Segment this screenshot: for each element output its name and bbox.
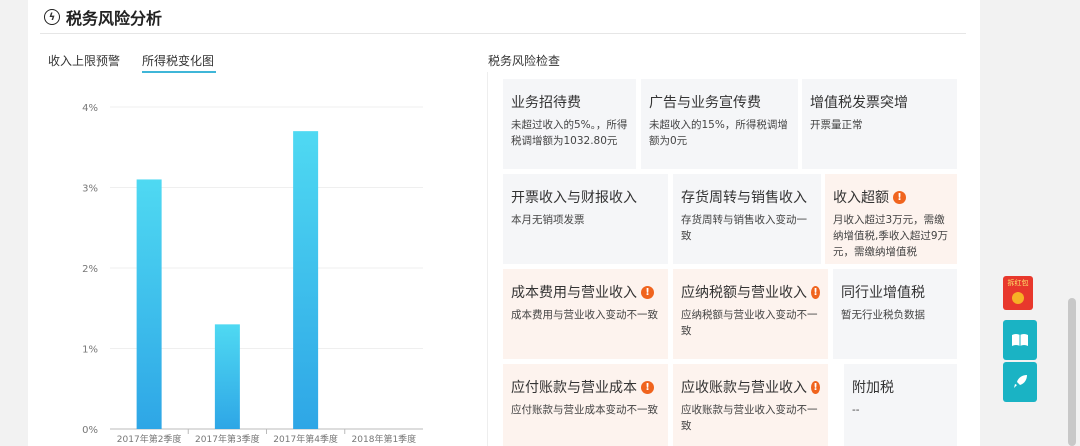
x-tick-label: 2017年第4季度: [273, 433, 338, 445]
risk-card-title-text: 附加税: [852, 380, 894, 396]
risk-card[interactable]: 应纳税额与营业收入! 应纳税额与营业收入变动不一致: [673, 269, 828, 359]
bolt-icon: ϟ: [44, 9, 60, 25]
risk-card-title: 应纳税额与营业收入!: [681, 282, 820, 302]
chart-bar[interactable]: [293, 131, 319, 429]
risk-card[interactable]: 业务招待费未超过收入的5%。，所得税调增额为1032.80元: [503, 79, 636, 169]
risk-card-desc: 存货周转与销售收入变动一致: [681, 214, 807, 242]
section-divider: [487, 72, 488, 446]
risk-card-desc: 成本费用与营业收入变动不一致: [511, 309, 658, 321]
rocket-icon: [1014, 375, 1027, 388]
risk-card-title-text: 存货周转与销售收入: [681, 190, 807, 206]
scrollbar[interactable]: [1068, 298, 1076, 446]
header-divider: [40, 33, 966, 34]
risk-card[interactable]: 开票收入与财报收入本月无销项发票: [503, 174, 668, 264]
risk-card-title-text: 收入超额: [833, 190, 889, 206]
risk-card[interactable]: 应收账款与营业收入! 应收账款与营业收入变动不一致: [673, 364, 828, 446]
red-packet-button[interactable]: 拆红包: [1003, 276, 1033, 310]
risk-card[interactable]: 应付账款与营业成本! 应付账款与营业成本变动不一致: [503, 364, 668, 446]
chart-tabs: 收入上限预警 所得税变化图: [48, 52, 236, 73]
risk-card-title: 广告与业务宣传费: [649, 92, 790, 112]
risk-card-title: 增值税发票突增: [810, 92, 949, 112]
warning-icon: !: [641, 380, 654, 394]
chart-bar[interactable]: [136, 179, 162, 429]
risk-card[interactable]: 广告与业务宣传费未超收入的15%，所得税调增额为0元: [641, 79, 798, 169]
risk-card[interactable]: 增值税发票突增开票量正常: [802, 79, 957, 169]
y-tick-label: 4%: [82, 103, 98, 114]
risk-card-desc: 应付账款与营业成本变动不一致: [511, 404, 658, 416]
page-title: 税务风险分析: [66, 9, 163, 28]
risk-card[interactable]: 成本费用与营业收入! 成本费用与营业收入变动不一致: [503, 269, 668, 359]
y-tick-label: 0%: [82, 425, 98, 436]
risk-card-desc: 应收账款与营业收入变动不一致: [681, 404, 818, 432]
risk-card-desc: 未超收入的15%，所得税调增额为0元: [649, 119, 788, 147]
warning-icon: !: [893, 190, 906, 204]
x-tick-label: 2018年第1季度: [352, 433, 417, 445]
rocket-button[interactable]: [1003, 362, 1037, 402]
risk-card-title-text: 业务招待费: [511, 95, 581, 111]
risk-card-desc: --: [852, 404, 860, 416]
y-tick-label: 1%: [82, 345, 98, 356]
warning-icon: !: [811, 285, 820, 299]
risk-card-desc: 月收入超过3万元，需缴纳增值税,季收入超过9万元，需缴纳增值税: [833, 214, 949, 258]
risk-card[interactable]: 收入超额! 月收入超过3万元，需缴纳增值税,季收入超过9万元，需缴纳增值税: [825, 174, 957, 264]
tab-income-tax-chart[interactable]: 所得税变化图: [142, 52, 217, 73]
risk-card-title: 存货周转与销售收入: [681, 187, 813, 207]
risk-card-title-text: 应纳税额与营业收入: [681, 285, 807, 301]
risk-card[interactable]: 同行业增值税暂无行业税负数据: [833, 269, 957, 359]
book-icon: [1012, 334, 1028, 346]
risk-card-title-text: 广告与业务宣传费: [649, 95, 761, 111]
risk-card-title: 附加税: [852, 377, 949, 397]
risk-card-title: 应付账款与营业成本!: [511, 377, 660, 397]
risk-card-title: 成本费用与营业收入!: [511, 282, 660, 302]
y-tick-label: 2%: [82, 264, 98, 275]
coin-icon: [1012, 292, 1024, 304]
warning-icon: !: [641, 285, 654, 299]
y-tick-label: 3%: [82, 184, 98, 195]
risk-card-title-text: 成本费用与营业收入: [511, 285, 637, 301]
risk-card[interactable]: 附加税 --: [844, 364, 957, 446]
risk-card-title-text: 应付账款与营业成本: [511, 380, 637, 396]
tax-risk-panel: ϟ 税务风险分析 收入上限预警 所得税变化图 0% 1% 2% 3% 4% 2017年第2…: [28, 0, 980, 446]
chart-bar[interactable]: [214, 324, 240, 429]
risk-card-desc: 未超过收入的5%。，所得税调增额为1032.80元: [511, 119, 628, 147]
tab-income-limit-warning[interactable]: 收入上限预警: [48, 52, 122, 73]
warning-icon: !: [811, 380, 820, 394]
risk-section-title: 税务风险检查: [488, 54, 561, 68]
income-tax-chart: 0% 1% 2% 3% 4% 2017年第2季度 2017年第3季度 2017年第4季度 201…: [68, 96, 428, 446]
risk-card-title: 同行业增值税: [841, 282, 949, 302]
risk-card[interactable]: 存货周转与销售收入存货周转与销售收入变动一致: [673, 174, 821, 264]
risk-card-desc: 应纳税额与营业收入变动不一致: [681, 309, 818, 337]
x-tick-label: 2017年第2季度: [117, 433, 182, 445]
risk-card-title: 收入超额!: [833, 187, 949, 207]
risk-card-desc: 本月无销项发票: [511, 214, 585, 226]
risk-card-title: 应收账款与营业收入!: [681, 377, 820, 397]
x-tick-label: 2017年第3季度: [195, 433, 260, 445]
chart-svg: 0% 1% 2% 3% 4% 2017年第2季度 2017年第3季度 2017年第4季度 201…: [82, 103, 423, 445]
risk-card-desc: 开票量正常: [810, 119, 863, 131]
risk-card-title-text: 应收账款与营业收入: [681, 380, 807, 396]
risk-card-title: 业务招待费: [511, 92, 628, 112]
book-button[interactable]: [1003, 320, 1037, 360]
risk-card-title-text: 开票收入与财报收入: [511, 190, 637, 206]
panel-header: ϟ 税务风险分析: [44, 6, 162, 28]
red-packet-label: 拆红包: [1007, 279, 1029, 287]
risk-card-title-text: 增值税发票突增: [810, 95, 908, 111]
risk-card-desc: 暂无行业税负数据: [841, 309, 925, 321]
risk-card-title-text: 同行业增值税: [841, 285, 925, 301]
risk-card-title: 开票收入与财报收入: [511, 187, 660, 207]
